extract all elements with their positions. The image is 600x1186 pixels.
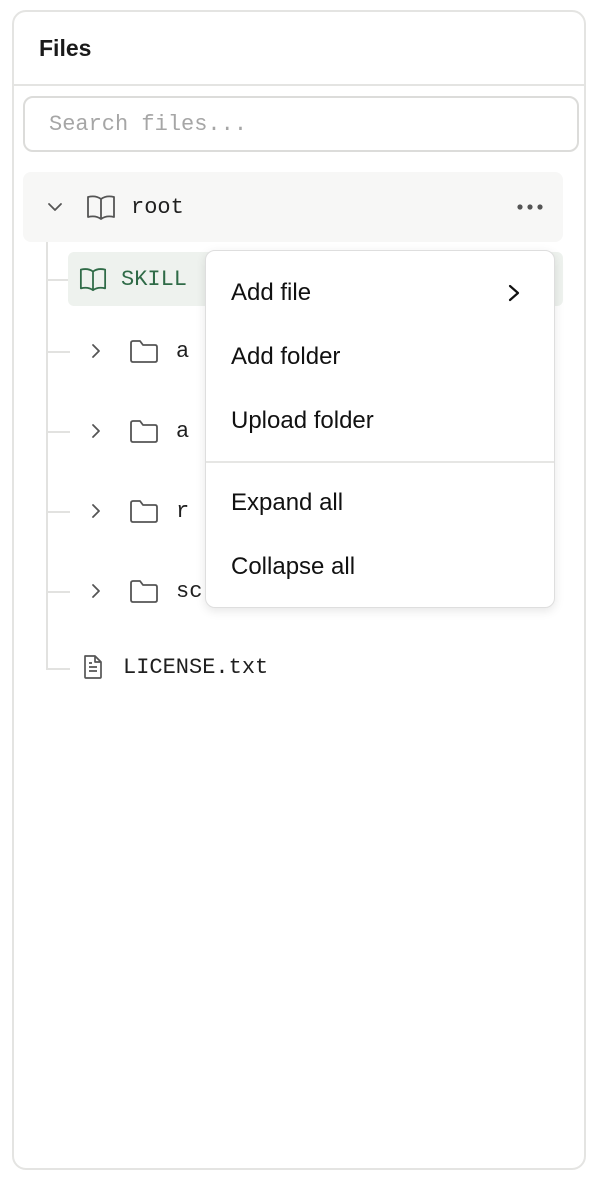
tree-guide-branch xyxy=(46,668,70,670)
menu-item-expand-all[interactable]: Expand all xyxy=(206,475,554,531)
chevron-right-icon xyxy=(504,282,524,311)
more-horizontal-icon[interactable] xyxy=(515,193,545,221)
tree-guide-branch xyxy=(46,431,70,433)
menu-item-label: Add folder xyxy=(231,343,341,370)
tree-item-root[interactable]: root xyxy=(23,172,563,242)
panel-title: Files xyxy=(39,34,92,61)
chevron-right-icon[interactable] xyxy=(84,579,108,603)
search-input[interactable] xyxy=(23,96,579,152)
folder-icon xyxy=(128,497,160,525)
file-text-icon xyxy=(80,653,106,681)
menu-item-label: Upload folder xyxy=(231,407,374,434)
menu-item-add-folder[interactable]: Add folder xyxy=(206,329,554,385)
tree-guide-branch xyxy=(46,351,70,353)
context-menu: Add file Add folder Upload folder Expand… xyxy=(205,250,555,608)
tree-item-folder[interactable]: a xyxy=(84,406,189,456)
tree-item-label: a xyxy=(176,418,190,444)
tree-guide-line xyxy=(46,242,48,670)
folder-icon xyxy=(128,577,160,605)
tree-guide-branch xyxy=(46,591,70,593)
tree-item-label: root xyxy=(131,194,184,220)
book-open-icon xyxy=(78,265,108,293)
tree-item-label: a xyxy=(176,338,190,364)
menu-item-label: Add file xyxy=(231,279,312,306)
menu-item-upload-folder[interactable]: Upload folder xyxy=(206,393,554,449)
folder-icon xyxy=(128,337,160,365)
chevron-right-icon[interactable] xyxy=(84,339,108,363)
files-panel: Files root SKILL a xyxy=(12,10,586,1170)
tree-item-label: r xyxy=(176,498,190,524)
tree-item-license[interactable]: LICENSE.txt xyxy=(80,642,268,692)
chevron-right-icon[interactable] xyxy=(84,419,108,443)
tree-item-folder[interactable]: a xyxy=(84,326,189,376)
tree-guide-branch xyxy=(46,511,70,513)
folder-icon xyxy=(128,417,160,445)
panel-header: Files xyxy=(14,12,584,86)
tree-item-label: LICENSE.txt xyxy=(123,654,269,680)
menu-item-add-file[interactable]: Add file xyxy=(206,265,554,321)
tree-item-folder[interactable]: r xyxy=(84,486,189,536)
tree-guide-branch xyxy=(46,279,68,281)
chevron-right-icon[interactable] xyxy=(84,499,108,523)
menu-item-collapse-all[interactable]: Collapse all xyxy=(206,539,554,595)
book-open-icon xyxy=(85,192,117,222)
menu-item-label: Collapse all xyxy=(231,553,356,580)
menu-divider xyxy=(206,461,554,463)
menu-item-label: Expand all xyxy=(231,489,344,516)
tree-item-label: SKILL xyxy=(121,266,188,292)
chevron-down-icon[interactable] xyxy=(43,195,67,219)
